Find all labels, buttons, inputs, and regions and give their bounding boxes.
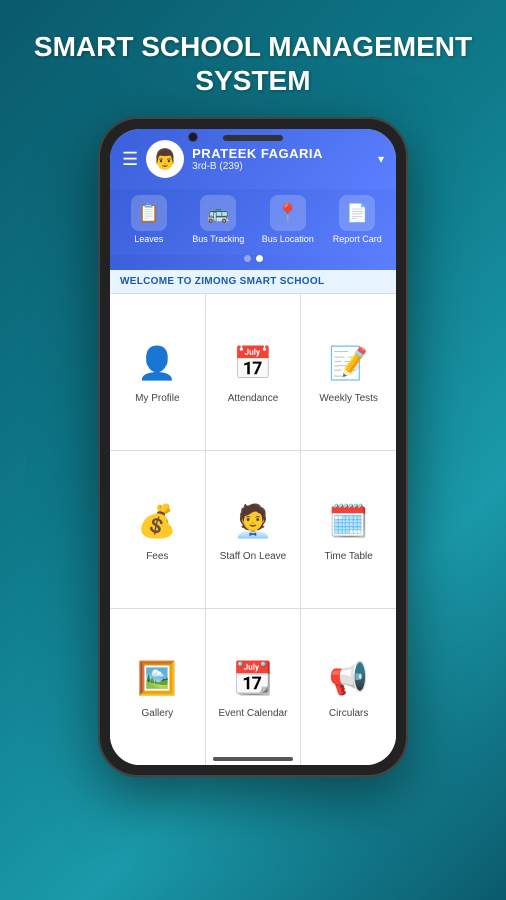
nav-icon-report_card[interactable]: 📄 Report Card — [327, 195, 387, 245]
grid-item-event-calendar[interactable]: 📆 Event Calendar — [206, 609, 301, 765]
welcome-banner: WELCOME TO ZIMONG SMART SCHOOL — [110, 270, 396, 294]
bus_tracking-icon: 🚌 — [200, 195, 236, 231]
welcome-text: WELCOME TO ZIMONG SMART SCHOOL — [120, 276, 386, 287]
grid-item-time-table[interactable]: 🗓️ Time Table — [301, 451, 396, 607]
app-title-section: SMART SCHOOL MANAGEMENT SYSTEM — [14, 0, 492, 117]
fees-label: Fees — [146, 551, 168, 563]
user-class: 3rd-B (239) — [192, 161, 370, 172]
staff-on-leave-label: Staff On Leave — [220, 551, 287, 563]
bus_location-icon: 📍 — [270, 195, 306, 231]
leaves-icon: 📋 — [131, 195, 167, 231]
weekly-tests-icon: 📝 — [325, 339, 373, 387]
grid-item-staff-on-leave[interactable]: 🧑‍💼 Staff On Leave — [206, 451, 301, 607]
attendance-icon: 📅 — [229, 339, 277, 387]
avatar-emoji: 👨 — [153, 147, 178, 172]
weekly-tests-label: Weekly Tests — [319, 393, 378, 405]
nav-icon-leaves[interactable]: 📋 Leaves — [119, 195, 179, 245]
bus_tracking-label: Bus Tracking — [192, 234, 244, 245]
time-table-label: Time Table — [324, 551, 372, 563]
dot-1 — [244, 255, 251, 262]
dot-indicators — [110, 255, 396, 270]
nav-icon-bus_location[interactable]: 📍 Bus Location — [258, 195, 318, 245]
circulars-label: Circulars — [329, 708, 368, 720]
report_card-icon: 📄 — [339, 195, 375, 231]
phone-speaker — [223, 135, 283, 141]
dot-2 — [256, 255, 263, 262]
staff-on-leave-icon: 🧑‍💼 — [229, 497, 277, 545]
gallery-icon: 🖼️ — [133, 654, 181, 702]
user-info: PRATEEK FAGARIA 3rd-B (239) — [192, 146, 370, 172]
user-name: PRATEEK FAGARIA — [192, 146, 370, 161]
gallery-label: Gallery — [141, 708, 173, 720]
my-profile-icon: 👤 — [133, 339, 181, 387]
nav-icon-bus_tracking[interactable]: 🚌 Bus Tracking — [188, 195, 248, 245]
grid-item-attendance[interactable]: 📅 Attendance — [206, 294, 301, 450]
grid-item-fees[interactable]: 💰 Fees — [110, 451, 205, 607]
grid-item-my-profile[interactable]: 👤 My Profile — [110, 294, 205, 450]
features-grid: 👤 My Profile 📅 Attendance 📝 Weekly Tests… — [110, 294, 396, 765]
phone-screen: ☰ 👨 PRATEEK FAGARIA 3rd-B (239) ▾ 📋 Leav… — [110, 129, 396, 765]
report_card-label: Report Card — [333, 234, 382, 245]
event-calendar-label: Event Calendar — [219, 708, 288, 720]
leaves-label: Leaves — [134, 234, 163, 245]
my-profile-label: My Profile — [135, 393, 179, 405]
phone-device: ☰ 👨 PRATEEK FAGARIA 3rd-B (239) ▾ 📋 Leav… — [98, 117, 408, 777]
event-calendar-icon: 📆 — [229, 654, 277, 702]
phone-bottom-bar — [213, 757, 293, 761]
app-title: SMART SCHOOL MANAGEMENT SYSTEM — [34, 30, 472, 97]
time-table-icon: 🗓️ — [325, 497, 373, 545]
grid-item-gallery[interactable]: 🖼️ Gallery — [110, 609, 205, 765]
fees-icon: 💰 — [133, 497, 181, 545]
hamburger-menu-icon[interactable]: ☰ — [122, 149, 138, 170]
circulars-icon: 📢 — [325, 654, 373, 702]
nav-icons-bar: 📋 Leaves 🚌 Bus Tracking 📍 Bus Location 📄… — [110, 189, 396, 255]
grid-item-circulars[interactable]: 📢 Circulars — [301, 609, 396, 765]
bus_location-label: Bus Location — [262, 234, 314, 245]
attendance-label: Attendance — [228, 393, 279, 405]
avatar: 👨 — [146, 140, 184, 178]
dropdown-arrow-icon[interactable]: ▾ — [378, 152, 384, 166]
grid-item-weekly-tests[interactable]: 📝 Weekly Tests — [301, 294, 396, 450]
